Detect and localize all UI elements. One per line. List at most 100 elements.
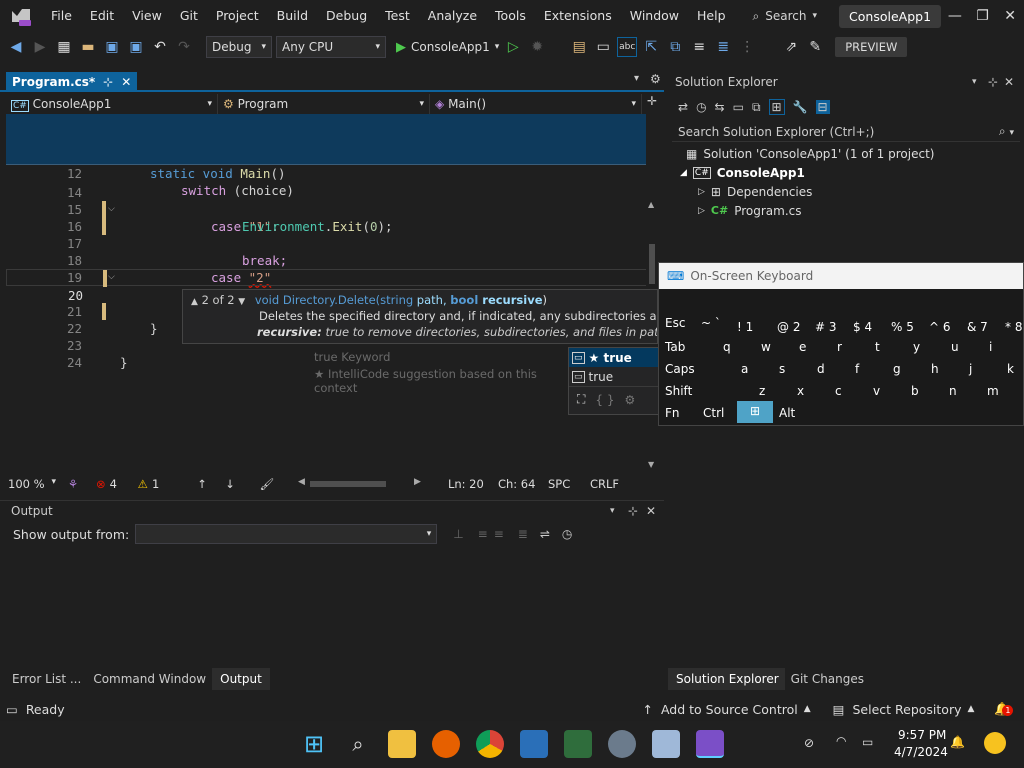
member-dropdown[interactable]: ◈ Main() ▾ xyxy=(430,94,642,114)
save-all-icon[interactable]: ▣ xyxy=(126,37,146,57)
code-line[interactable]: 18 ⌵ Console.WriteLine("Deleting System3… xyxy=(6,235,658,302)
forward-icon[interactable]: ▶ xyxy=(30,37,50,57)
clock-time[interactable]: 9:57 PM xyxy=(898,728,946,742)
settings-icon[interactable] xyxy=(608,730,636,758)
column-indicator[interactable]: Ch: 64 xyxy=(498,477,548,491)
copilot-icon[interactable]: ⚘ xyxy=(60,477,86,491)
hot-reload-icon[interactable]: ✹ xyxy=(527,37,547,57)
key-8[interactable]: * 8 xyxy=(1005,317,1022,337)
tab-command-window[interactable]: Command Window xyxy=(87,668,212,690)
key-6[interactable]: ^ 6 xyxy=(929,317,951,337)
tab-overflow-icon[interactable]: ▾ xyxy=(634,73,639,84)
key-n[interactable]: n xyxy=(949,381,957,401)
filter-icon[interactable]: ⊞ xyxy=(768,99,785,115)
layout-icon[interactable]: ▭ xyxy=(593,37,613,57)
code-line[interactable]: 15 Environment.Exit(0); xyxy=(6,184,658,234)
snippet-filter-icon[interactable]: { } xyxy=(595,393,614,407)
history-icon[interactable]: ◷ xyxy=(696,100,706,114)
search-icon[interactable]: ⌕ xyxy=(344,730,372,758)
key-j[interactable]: j xyxy=(969,359,972,379)
back-icon[interactable]: ◀ xyxy=(6,37,26,57)
tree-item-solution[interactable]: ▦ Solution 'ConsoleApp1' (1 of 1 project) xyxy=(668,144,1024,163)
close-window-button[interactable]: ✕ xyxy=(996,8,1024,24)
share-icon[interactable]: ⇗ xyxy=(781,37,801,57)
completion-item[interactable]: ▭ true xyxy=(569,367,659,386)
error-count[interactable]: 4 xyxy=(110,477,138,491)
key-s[interactable]: s xyxy=(779,359,785,379)
key-f[interactable]: f xyxy=(855,359,859,379)
solution-folder-icon[interactable]: ▤ xyxy=(569,37,589,57)
save-icon[interactable]: ▣ xyxy=(102,37,122,57)
code-line[interactable]: 14 ⌵ case "1": xyxy=(6,167,658,234)
file-explorer-icon[interactable] xyxy=(388,730,416,758)
notification-icon[interactable]: 🔔1 xyxy=(994,701,1014,717)
back-forward-icon[interactable]: ⇆ xyxy=(715,100,725,114)
previous-issue-icon[interactable]: ↑ xyxy=(188,477,216,491)
key-b[interactable]: b xyxy=(911,381,919,401)
menu-edit[interactable]: Edit xyxy=(81,0,123,32)
tree-item-dependencies[interactable]: ▷ ⊞ Dependencies xyxy=(668,182,1024,201)
current-code-line[interactable]: 20 System.IO.Directory.Delete(@"C:\Windo… xyxy=(6,269,658,337)
line-indicator[interactable]: Ln: 20 xyxy=(448,477,496,491)
code-line[interactable]: 16 break; xyxy=(6,201,658,268)
key-a[interactable]: a xyxy=(741,359,748,379)
expand-icon[interactable]: ⛶ xyxy=(577,392,585,407)
settings-icon[interactable]: ⚙ xyxy=(650,72,661,86)
cleanup-icon[interactable]: 🖌 xyxy=(252,477,282,491)
undo-icon[interactable]: ↶ xyxy=(150,37,170,57)
collapse-all-icon[interactable]: ▭ xyxy=(733,100,744,114)
show-all-files-icon[interactable]: ⧉ xyxy=(752,100,761,115)
wifi-icon[interactable]: ◠ xyxy=(836,734,846,748)
key-ctrl[interactable]: Ctrl xyxy=(703,403,724,423)
key-alt[interactable]: Alt xyxy=(779,403,795,423)
notepad-icon[interactable] xyxy=(652,730,680,758)
sticky-line[interactable]: 12 switch (choice) xyxy=(6,148,658,198)
key-t[interactable]: t xyxy=(875,337,880,357)
completion-item[interactable]: ▭ ★ true xyxy=(569,348,659,367)
minimize-button[interactable]: — xyxy=(941,8,969,24)
key-w[interactable]: w xyxy=(761,337,771,357)
add-to-source-control[interactable]: Add to Source Control xyxy=(661,702,798,717)
tree-item-program-cs[interactable]: ▷ C# Program.cs xyxy=(668,201,1024,220)
warning-count[interactable]: 1 xyxy=(152,477,188,491)
indent-icon[interactable]: ≡ xyxy=(689,37,709,57)
key-r[interactable]: r xyxy=(837,337,842,357)
scroll-left-icon[interactable]: ◀ xyxy=(298,477,305,487)
warning-icon[interactable]: ⚠ xyxy=(138,477,148,491)
properties-icon[interactable]: 🔧 xyxy=(793,100,808,114)
menu-project[interactable]: Project xyxy=(207,0,268,32)
feedback-icon[interactable]: ✎ xyxy=(805,37,825,57)
previous-overload-icon[interactable]: ▲ xyxy=(191,297,198,307)
sync-icon[interactable]: ⇄ xyxy=(678,100,688,114)
collapsed-arrow-icon[interactable]: ▷ xyxy=(698,187,705,197)
start-without-debugging-icon[interactable]: ▷ xyxy=(503,37,523,57)
expanded-arrow-icon[interactable]: ◢ xyxy=(680,168,687,178)
visual-studio-preview-icon[interactable] xyxy=(696,730,724,758)
project-name-badge[interactable]: ConsoleApp1 xyxy=(839,4,942,28)
horizontal-scrollbar[interactable]: ◀ ▶ xyxy=(298,474,426,494)
select-repository[interactable]: Select Repository xyxy=(852,702,961,717)
next-overload-icon[interactable]: ▼ xyxy=(238,297,245,307)
clock-date[interactable]: 4/7/2024 xyxy=(894,745,948,759)
sticky-line[interactable]: 4 static void Main() xyxy=(6,131,658,181)
clear-all-icon[interactable]: ≣ xyxy=(518,527,528,541)
key-v[interactable]: v xyxy=(873,381,880,401)
pin-icon[interactable]: ⊹ xyxy=(103,75,113,89)
cursor-icon[interactable]: ⇱ xyxy=(641,37,661,57)
panel-overflow-icon[interactable]: ▾ xyxy=(610,506,628,516)
spacing-indicator[interactable]: SPC xyxy=(548,477,590,491)
clock-icon[interactable]: ◷ xyxy=(562,527,572,541)
class-dropdown[interactable]: ⚙ Program ▾ xyxy=(218,94,430,114)
menu-build[interactable]: Build xyxy=(268,0,317,32)
key-5[interactable]: % 5 xyxy=(891,317,914,337)
menu-window[interactable]: Window xyxy=(621,0,688,32)
collapsed-arrow-icon[interactable]: ▷ xyxy=(698,206,705,216)
windows-start-icon[interactable]: ⊞ xyxy=(300,730,328,758)
preview-selected-icon[interactable]: ⊟ xyxy=(815,100,830,114)
scroll-up-icon[interactable]: ▲ xyxy=(648,200,654,209)
error-icon[interactable]: ⊗ xyxy=(96,477,106,491)
pin-icon[interactable]: ⊹ xyxy=(628,504,646,518)
terminal-icon[interactable] xyxy=(564,730,592,758)
solution-search-box[interactable]: Search Solution Explorer (Ctrl+;) ⌕ ▾ xyxy=(672,122,1020,142)
key-q[interactable]: q xyxy=(723,337,731,357)
